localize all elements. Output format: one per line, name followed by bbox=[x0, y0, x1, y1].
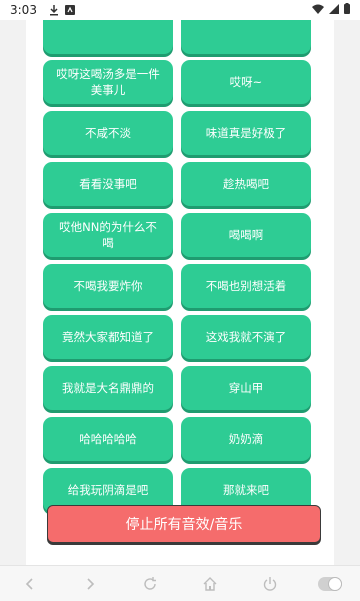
signal-icon bbox=[329, 3, 339, 17]
sound-button[interactable]: 不咸不淡 bbox=[43, 111, 173, 155]
wifi-icon bbox=[312, 3, 324, 17]
sound-button[interactable]: 奶奶滴 bbox=[181, 417, 311, 461]
sound-button[interactable]: 不喝我要炸你 bbox=[43, 264, 173, 308]
sound-button[interactable]: 穿山甲 bbox=[181, 366, 311, 410]
sound-button[interactable]: 哎呀这喝汤多是一件美事儿 bbox=[43, 60, 173, 104]
mode-toggle[interactable] bbox=[318, 572, 342, 596]
toggle-knob bbox=[328, 576, 342, 591]
status-time: 3:03 bbox=[10, 3, 37, 17]
sound-button[interactable]: 不喝也别想活着 bbox=[181, 264, 311, 308]
sound-button[interactable]: 味道真是好极了 bbox=[181, 111, 311, 155]
sound-button[interactable]: 这戏我就不演了 bbox=[181, 315, 311, 359]
stop-all-sounds-button[interactable]: 停止所有音效/音乐 bbox=[47, 505, 321, 543]
sound-button[interactable] bbox=[181, 20, 311, 54]
toggle-track bbox=[318, 576, 342, 591]
sound-button[interactable]: 我就是大名鼎鼎的 bbox=[43, 366, 173, 410]
forward-icon[interactable] bbox=[78, 572, 102, 596]
sound-button[interactable]: 哎呀~ bbox=[181, 60, 311, 104]
back-icon[interactable] bbox=[18, 572, 42, 596]
power-icon[interactable] bbox=[258, 572, 282, 596]
sound-button[interactable]: 看看没事吧 bbox=[43, 162, 173, 206]
refresh-icon[interactable] bbox=[138, 572, 162, 596]
battery-icon bbox=[344, 3, 350, 17]
page-content: 哎呀这喝汤多是一件美事儿 哎呀~ 不咸不淡 味道真是好极了 看看没事吧 趁热喝吧… bbox=[0, 20, 360, 565]
status-bar: 3:03 bbox=[0, 0, 360, 20]
notification-icon bbox=[64, 5, 75, 15]
sound-button[interactable] bbox=[43, 20, 173, 54]
sound-button[interactable]: 喝喝啊 bbox=[181, 213, 311, 257]
browser-bottom-bar bbox=[0, 565, 360, 601]
sound-button[interactable]: 哎他NN的为什么不喝 bbox=[43, 213, 173, 257]
sound-button[interactable]: 哈哈哈哈哈 bbox=[43, 417, 173, 461]
download-icon bbox=[49, 4, 59, 16]
home-icon[interactable] bbox=[198, 572, 222, 596]
sound-button[interactable]: 趁热喝吧 bbox=[181, 162, 311, 206]
sound-button[interactable]: 竟然大家都知道了 bbox=[43, 315, 173, 359]
